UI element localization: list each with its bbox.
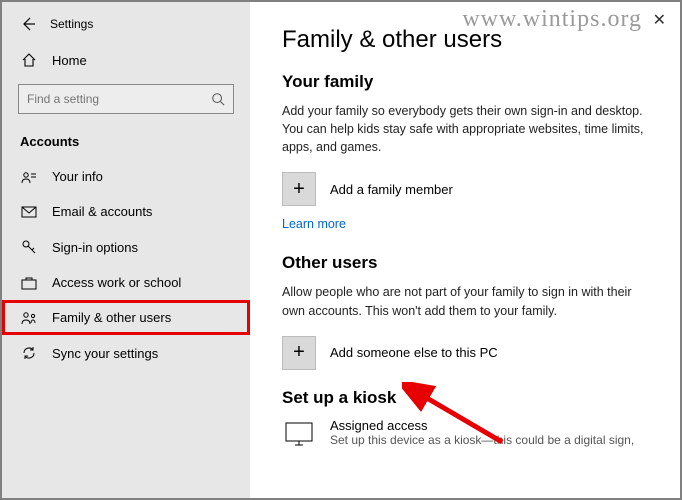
settings-window: Settings Home Accounts Your info E (0, 0, 682, 500)
search-input[interactable] (27, 92, 195, 106)
kiosk-title: Assigned access (330, 418, 634, 433)
close-button[interactable]: ✕ (653, 10, 666, 30)
search-icon (211, 92, 225, 106)
nav-label: Access work or school (52, 275, 181, 290)
kiosk-subtitle: Set up this device as a kiosk—this could… (330, 433, 634, 447)
nav-label: Sign-in options (52, 240, 138, 255)
monitor-icon (282, 418, 316, 452)
nav-sync-settings[interactable]: Sync your settings (2, 335, 250, 371)
nav-home[interactable]: Home (2, 44, 250, 76)
kiosk-heading: Set up a kiosk (282, 388, 652, 408)
plus-icon: + (282, 172, 316, 206)
your-family-text: Add your family so everybody gets their … (282, 102, 652, 156)
nav-label: Family & other users (52, 310, 171, 325)
nav-your-info[interactable]: Your info (2, 159, 250, 194)
mail-icon (20, 206, 38, 218)
other-users-text: Allow people who are not part of your fa… (282, 283, 652, 319)
assigned-access-row[interactable]: Assigned access Set up this device as a … (282, 418, 652, 452)
add-someone-label: Add someone else to this PC (330, 345, 498, 360)
sidebar: Settings Home Accounts Your info E (2, 2, 250, 498)
sync-icon (20, 345, 38, 361)
window-title: Settings (50, 17, 93, 31)
nav-home-label: Home (52, 53, 87, 68)
plus-icon: + (282, 336, 316, 370)
key-icon (20, 239, 38, 255)
briefcase-icon (20, 276, 38, 290)
sidebar-section-head: Accounts (2, 128, 250, 159)
back-arrow-icon[interactable] (20, 16, 36, 32)
add-someone-else-button[interactable]: + Add someone else to this PC (282, 336, 652, 370)
learn-more-link[interactable]: Learn more (282, 217, 346, 231)
nav-signin-options[interactable]: Sign-in options (2, 229, 250, 265)
add-family-label: Add a family member (330, 182, 453, 197)
other-users-heading: Other users (282, 253, 652, 273)
add-family-member-button[interactable]: + Add a family member (282, 172, 652, 206)
nav-label: Sync your settings (52, 346, 158, 361)
your-family-heading: Your family (282, 72, 652, 92)
search-box[interactable] (18, 84, 234, 114)
person-card-icon (20, 170, 38, 184)
nav-label: Your info (52, 169, 103, 184)
home-icon (20, 52, 38, 68)
people-icon (20, 311, 38, 325)
page-title: Family & other users (282, 26, 652, 54)
main-content: Family & other users Your family Add you… (250, 2, 680, 498)
nav-email-accounts[interactable]: Email & accounts (2, 194, 250, 229)
nav-family-other-users[interactable]: Family & other users (2, 300, 250, 335)
nav-label: Email & accounts (52, 204, 152, 219)
nav-access-work-school[interactable]: Access work or school (2, 265, 250, 300)
